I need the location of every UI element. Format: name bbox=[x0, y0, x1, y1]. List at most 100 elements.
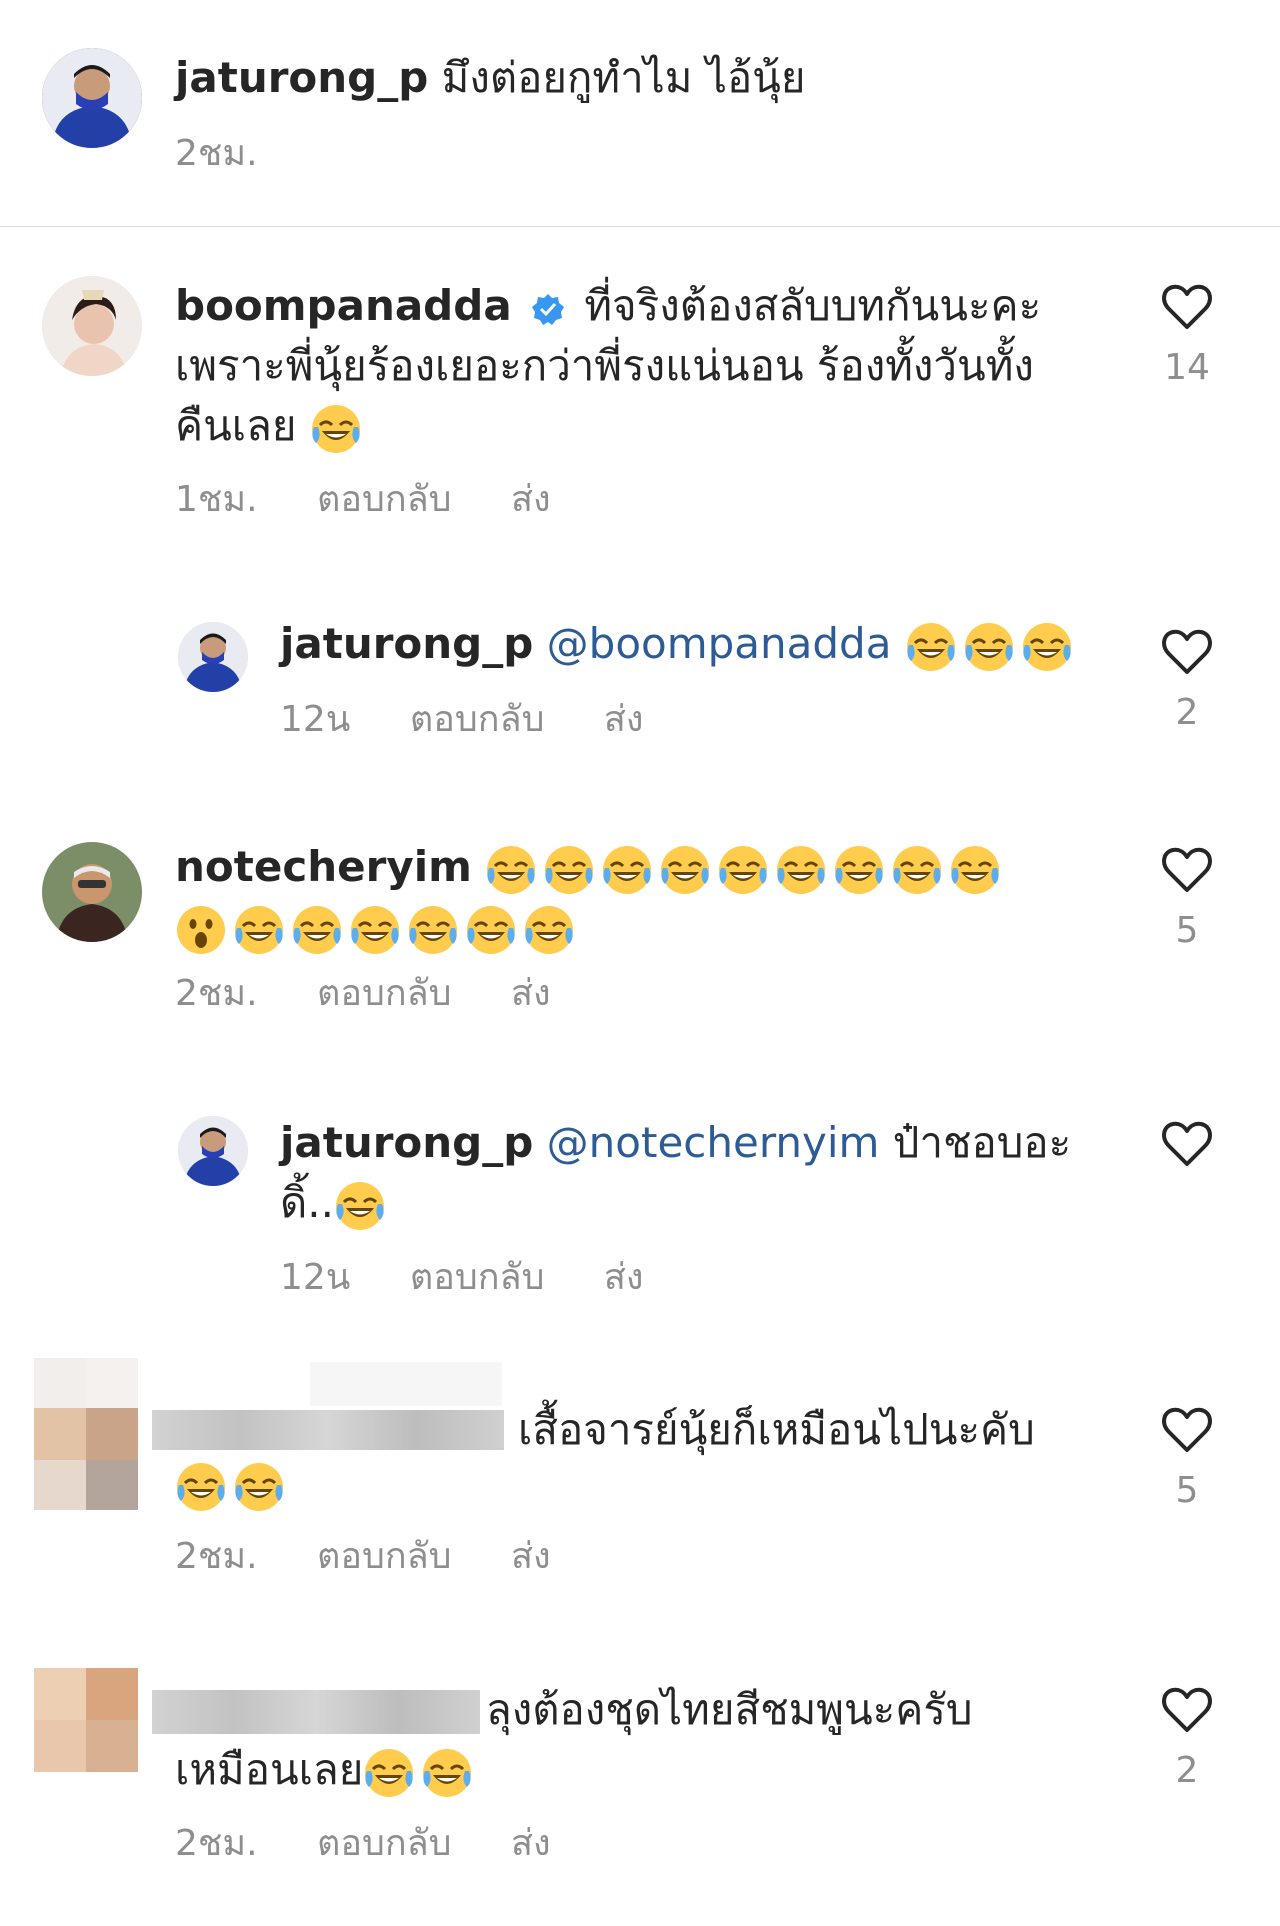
caption-meta: 2ชม. bbox=[175, 132, 306, 176]
joy-emoji-icon bbox=[407, 904, 459, 956]
comment-meta: 1ชม. ตอบกลับ ส่ง bbox=[175, 478, 599, 522]
avatar-image bbox=[42, 842, 142, 942]
avatar-image bbox=[178, 1116, 248, 1186]
comment-text: boompanadda ที่จริงต้องสลับบทกันนะคะ เพร… bbox=[175, 276, 1125, 456]
comment-meta: 2ชม. ตอบกลับ ส่ง bbox=[175, 1535, 599, 1579]
joy-emoji-icon bbox=[775, 844, 827, 896]
send-button[interactable]: ส่ง bbox=[604, 699, 644, 740]
joy-emoji-icon bbox=[421, 1747, 473, 1799]
joy-emoji-icon bbox=[310, 403, 362, 455]
blurred-username bbox=[310, 1362, 502, 1406]
comment-meta: 2ชม. ตอบกลับ ส่ง bbox=[175, 1822, 599, 1866]
like-count: 2 bbox=[1175, 1750, 1199, 1791]
joy-emoji-icon bbox=[175, 1461, 227, 1513]
avatar[interactable] bbox=[42, 842, 142, 942]
comment-time: 12น bbox=[280, 699, 351, 740]
verified-badge-icon bbox=[532, 293, 565, 325]
comment-body: คืนเลย bbox=[175, 401, 297, 450]
comment-text: ลุงต้องชุดไทยสีชมพูนะครับ bbox=[486, 1680, 1126, 1740]
comment-body: เพราะพี่นุ้ยร้องเยอะกว่าพี่รงแน่นอน ร้อง… bbox=[175, 341, 1034, 390]
comment-text: เหมือนเลย bbox=[175, 1740, 875, 1800]
avatar[interactable] bbox=[178, 1116, 248, 1186]
send-button[interactable]: ส่ง bbox=[511, 1823, 551, 1864]
joy-emoji-icon bbox=[349, 904, 401, 956]
comment-meta: 12น ตอบกลับ ส่ง bbox=[280, 698, 691, 742]
like-heart-icon[interactable] bbox=[1159, 624, 1215, 680]
joy-emoji-icon bbox=[717, 844, 769, 896]
comment-body: ลุงต้องชุดไทยสีชมพูนะครับ bbox=[486, 1685, 973, 1734]
comment-time: 12น bbox=[280, 1257, 351, 1298]
divider bbox=[0, 226, 1280, 227]
send-button[interactable]: ส่ง bbox=[604, 1257, 644, 1298]
comment-text: เสื้อจารย์นุ้ยก็เหมือนไปนะคับ bbox=[518, 1400, 1118, 1460]
joy-emoji-icon bbox=[485, 844, 537, 896]
surprised-emoji-icon bbox=[175, 904, 227, 956]
send-button[interactable]: ส่ง bbox=[511, 479, 551, 520]
comment-meta: 12น ตอบกลับ ส่ง bbox=[280, 1256, 691, 1300]
like-heart-icon[interactable] bbox=[1159, 279, 1215, 335]
avatar[interactable] bbox=[34, 1358, 138, 1510]
avatar[interactable] bbox=[42, 276, 142, 376]
comment-time: 2ชม. bbox=[175, 973, 258, 1014]
caption-username[interactable]: jaturong_p bbox=[175, 53, 428, 102]
comment-time: 2ชม. bbox=[175, 1823, 258, 1864]
reply-button[interactable]: ตอบกลับ bbox=[410, 699, 545, 740]
reply-button[interactable]: ตอบกลับ bbox=[317, 479, 452, 520]
like-count: 5 bbox=[1175, 1470, 1199, 1511]
comment-username[interactable]: notecheryim bbox=[175, 842, 472, 891]
avatar[interactable] bbox=[178, 622, 248, 692]
mention-link[interactable]: @notechernyim bbox=[547, 1118, 880, 1167]
comment-text bbox=[175, 1454, 291, 1514]
joy-emoji-icon bbox=[659, 844, 711, 896]
comment-body: ป๋าชอบอะ bbox=[892, 1118, 1072, 1167]
comment-username[interactable]: boompanadda bbox=[175, 281, 512, 330]
blurred-username bbox=[152, 1410, 504, 1450]
comment-username[interactable]: jaturong_p bbox=[280, 1118, 533, 1167]
joy-emoji-icon bbox=[601, 844, 653, 896]
joy-emoji-icon bbox=[905, 621, 957, 673]
joy-emoji-icon bbox=[334, 1180, 386, 1232]
caption-time: 2ชม. bbox=[175, 133, 258, 174]
avatar-image bbox=[178, 622, 248, 692]
comment-body: เสื้อจารย์นุ้ยก็เหมือนไปนะคับ bbox=[518, 1405, 1035, 1454]
joy-emoji-icon bbox=[833, 844, 885, 896]
comment-text: jaturong_p @notechernyim ป๋าชอบอะ ดิ้.. bbox=[280, 1113, 1110, 1233]
like-count: 5 bbox=[1175, 910, 1199, 951]
like-heart-icon[interactable] bbox=[1159, 1402, 1215, 1458]
avatar-image bbox=[42, 276, 142, 376]
joy-emoji-icon bbox=[1021, 621, 1073, 673]
comment-body: ที่จริงต้องสลับบทกันนะคะ bbox=[584, 281, 1042, 330]
blurred-username bbox=[152, 1690, 480, 1734]
joy-emoji-icon bbox=[363, 1747, 415, 1799]
reply-button[interactable]: ตอบกลับ bbox=[317, 1823, 452, 1864]
like-heart-icon[interactable] bbox=[1159, 1682, 1215, 1738]
comment-text: jaturong_p @boompanadda bbox=[280, 614, 1110, 674]
send-button[interactable]: ส่ง bbox=[511, 973, 551, 1014]
send-button[interactable]: ส่ง bbox=[511, 1536, 551, 1577]
reply-button[interactable]: ตอบกลับ bbox=[317, 973, 452, 1014]
comment-meta: 2ชม. ตอบกลับ ส่ง bbox=[175, 972, 599, 1016]
like-count: 14 bbox=[1164, 347, 1210, 388]
joy-emoji-icon bbox=[233, 904, 285, 956]
comment-time: 2ชม. bbox=[175, 1536, 258, 1577]
like-heart-icon[interactable] bbox=[1159, 1116, 1215, 1172]
joy-emoji-icon bbox=[891, 844, 943, 896]
comment-body: ดิ้.. bbox=[280, 1178, 334, 1227]
avatar[interactable] bbox=[34, 1668, 138, 1772]
caption-body: มึงต่อยกูทำไม ไอ้นุ้ย bbox=[441, 53, 806, 102]
mention-link[interactable]: @boompanadda bbox=[547, 619, 892, 668]
joy-emoji-icon bbox=[949, 844, 1001, 896]
joy-emoji-icon bbox=[465, 904, 517, 956]
like-heart-icon[interactable] bbox=[1159, 842, 1215, 898]
joy-emoji-icon bbox=[963, 621, 1015, 673]
comment-username[interactable]: jaturong_p bbox=[280, 619, 533, 668]
joy-emoji-icon bbox=[543, 844, 595, 896]
comment-text: notecheryim bbox=[175, 837, 1125, 957]
joy-emoji-icon bbox=[291, 904, 343, 956]
reply-button[interactable]: ตอบกลับ bbox=[410, 1257, 545, 1298]
avatar[interactable] bbox=[42, 48, 142, 148]
joy-emoji-icon bbox=[233, 1461, 285, 1513]
caption-text: jaturong_p มึงต่อยกูทำไม ไอ้นุ้ย bbox=[175, 48, 1175, 108]
reply-button[interactable]: ตอบกลับ bbox=[317, 1536, 452, 1577]
comment-body: เหมือนเลย bbox=[175, 1745, 364, 1794]
